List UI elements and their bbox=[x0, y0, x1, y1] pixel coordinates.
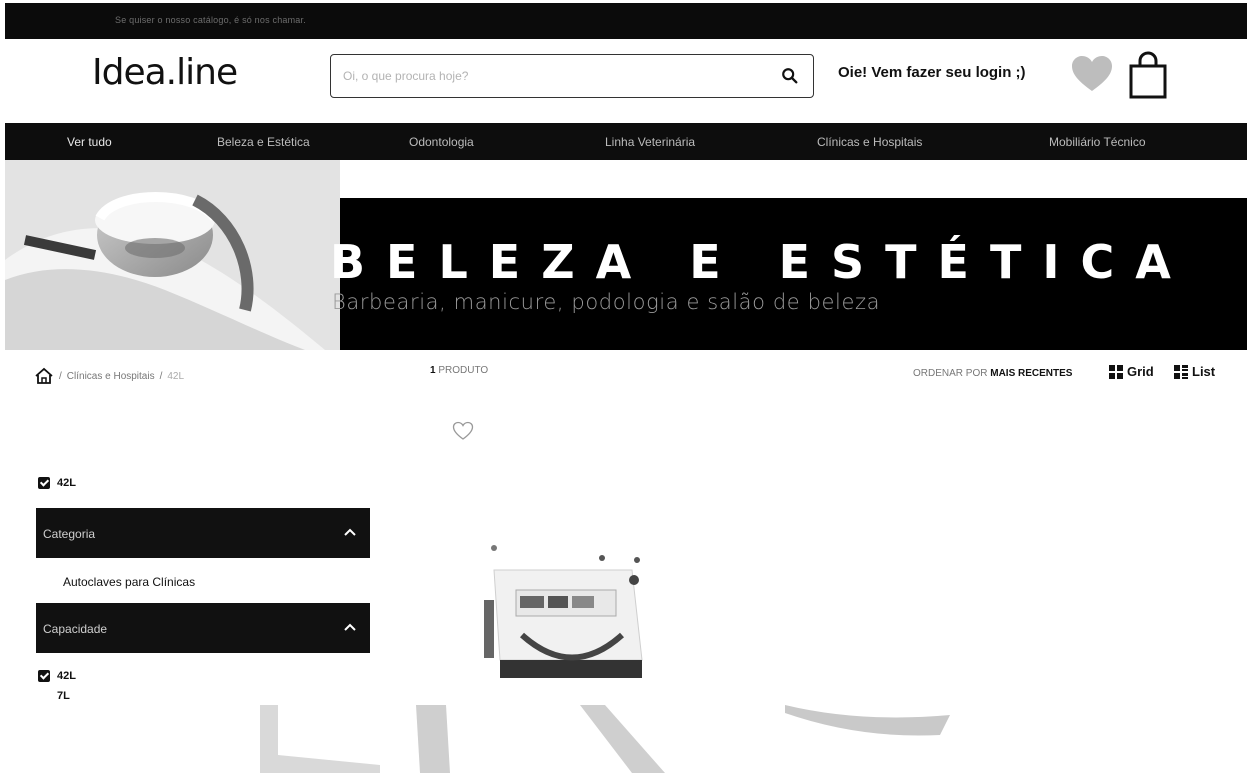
nav-item-linha-veterinaria[interactable]: Linha Veterinária bbox=[605, 135, 695, 149]
result-count-label: PRODUTO bbox=[438, 365, 489, 376]
facet-option-42l-label: 42L bbox=[57, 670, 76, 682]
home-icon[interactable] bbox=[34, 367, 54, 385]
checkbox-icon bbox=[38, 477, 50, 489]
sort-prefix: ORDENAR POR bbox=[913, 368, 988, 379]
banner-title: BELEZA E ESTÉTICA bbox=[330, 235, 1192, 289]
nav-item-mobiliario-tecnico[interactable]: Mobiliário Técnico bbox=[1049, 135, 1146, 149]
favorite-heart-icon[interactable] bbox=[452, 421, 474, 441]
list-icon bbox=[1174, 364, 1188, 379]
product-image[interactable] bbox=[482, 540, 662, 680]
grid-icon bbox=[1109, 364, 1123, 379]
banner-photo bbox=[5, 160, 340, 350]
result-count: 1 PRODUTO bbox=[430, 365, 488, 376]
site-logo[interactable]: Idea.line bbox=[92, 52, 238, 93]
breadcrumb-current: 42L bbox=[167, 370, 185, 382]
announcement-text: Se quiser o nosso catálogo, é só nos cha… bbox=[115, 15, 306, 25]
facet-option-42l[interactable]: 42L bbox=[38, 670, 76, 682]
view-grid-button[interactable]: Grid bbox=[1109, 364, 1154, 379]
search-icon[interactable] bbox=[781, 67, 799, 85]
bag-icon[interactable] bbox=[1127, 50, 1169, 100]
nav-item-beleza-estetica[interactable]: Beleza e Estética bbox=[217, 135, 310, 149]
active-filter-chip[interactable]: 42L bbox=[38, 477, 76, 489]
sort-control[interactable]: ORDENAR POR MAIS RECENTES bbox=[913, 368, 1072, 379]
result-count-number: 1 bbox=[430, 365, 436, 376]
sort-value: MAIS RECENTES bbox=[990, 368, 1073, 379]
nav-item-odontologia[interactable]: Odontologia bbox=[409, 135, 474, 149]
view-grid-label: Grid bbox=[1127, 364, 1154, 379]
category-banner: BELEZA E ESTÉTICA Barbearia, manicure, p… bbox=[5, 160, 1247, 350]
breadcrumb-clinicas-hospitais[interactable]: Clínicas e Hospitais bbox=[67, 371, 155, 382]
facet-capacidade-header[interactable]: Capacidade bbox=[36, 603, 370, 653]
top-announcement-bar: Se quiser o nosso catálogo, é só nos cha… bbox=[5, 3, 1247, 39]
breadcrumb: / Clínicas e Hospitais / 42L bbox=[34, 367, 184, 385]
view-list-label: List bbox=[1192, 364, 1216, 379]
checkbox-icon bbox=[38, 670, 50, 682]
search-input[interactable] bbox=[343, 55, 763, 97]
login-link[interactable]: Oie! Vem fazer seu login ;) bbox=[838, 64, 1026, 81]
view-list-button[interactable]: List bbox=[1174, 364, 1215, 379]
breadcrumb-separator: / bbox=[159, 370, 163, 382]
chevron-up-icon bbox=[344, 528, 356, 536]
nav-item-ver-tudo[interactable]: Ver tudo bbox=[67, 135, 112, 149]
decorative-background-shapes bbox=[260, 705, 950, 773]
facet-capacidade-title: Capacidade bbox=[43, 622, 108, 636]
heart-icon[interactable] bbox=[1070, 54, 1114, 94]
category-nav: Ver tudo Beleza e Estética Odontologia L… bbox=[5, 123, 1247, 161]
banner-subtitle: Barbearia, manicure, podologia e salão d… bbox=[332, 290, 881, 314]
facet-option-7l[interactable]: 7L bbox=[57, 690, 70, 702]
breadcrumb-separator: / bbox=[59, 370, 62, 382]
facet-categoria-header[interactable]: Categoria bbox=[36, 508, 370, 558]
nav-item-clinicas-hospitais[interactable]: Clínicas e Hospitais bbox=[817, 135, 922, 149]
facet-option-autoclaves[interactable]: Autoclaves para Clínicas bbox=[63, 575, 195, 589]
facet-categoria-title: Categoria bbox=[43, 527, 96, 541]
search-box bbox=[330, 54, 814, 98]
active-filter-label: 42L bbox=[57, 477, 76, 489]
chevron-up-icon bbox=[344, 623, 356, 631]
